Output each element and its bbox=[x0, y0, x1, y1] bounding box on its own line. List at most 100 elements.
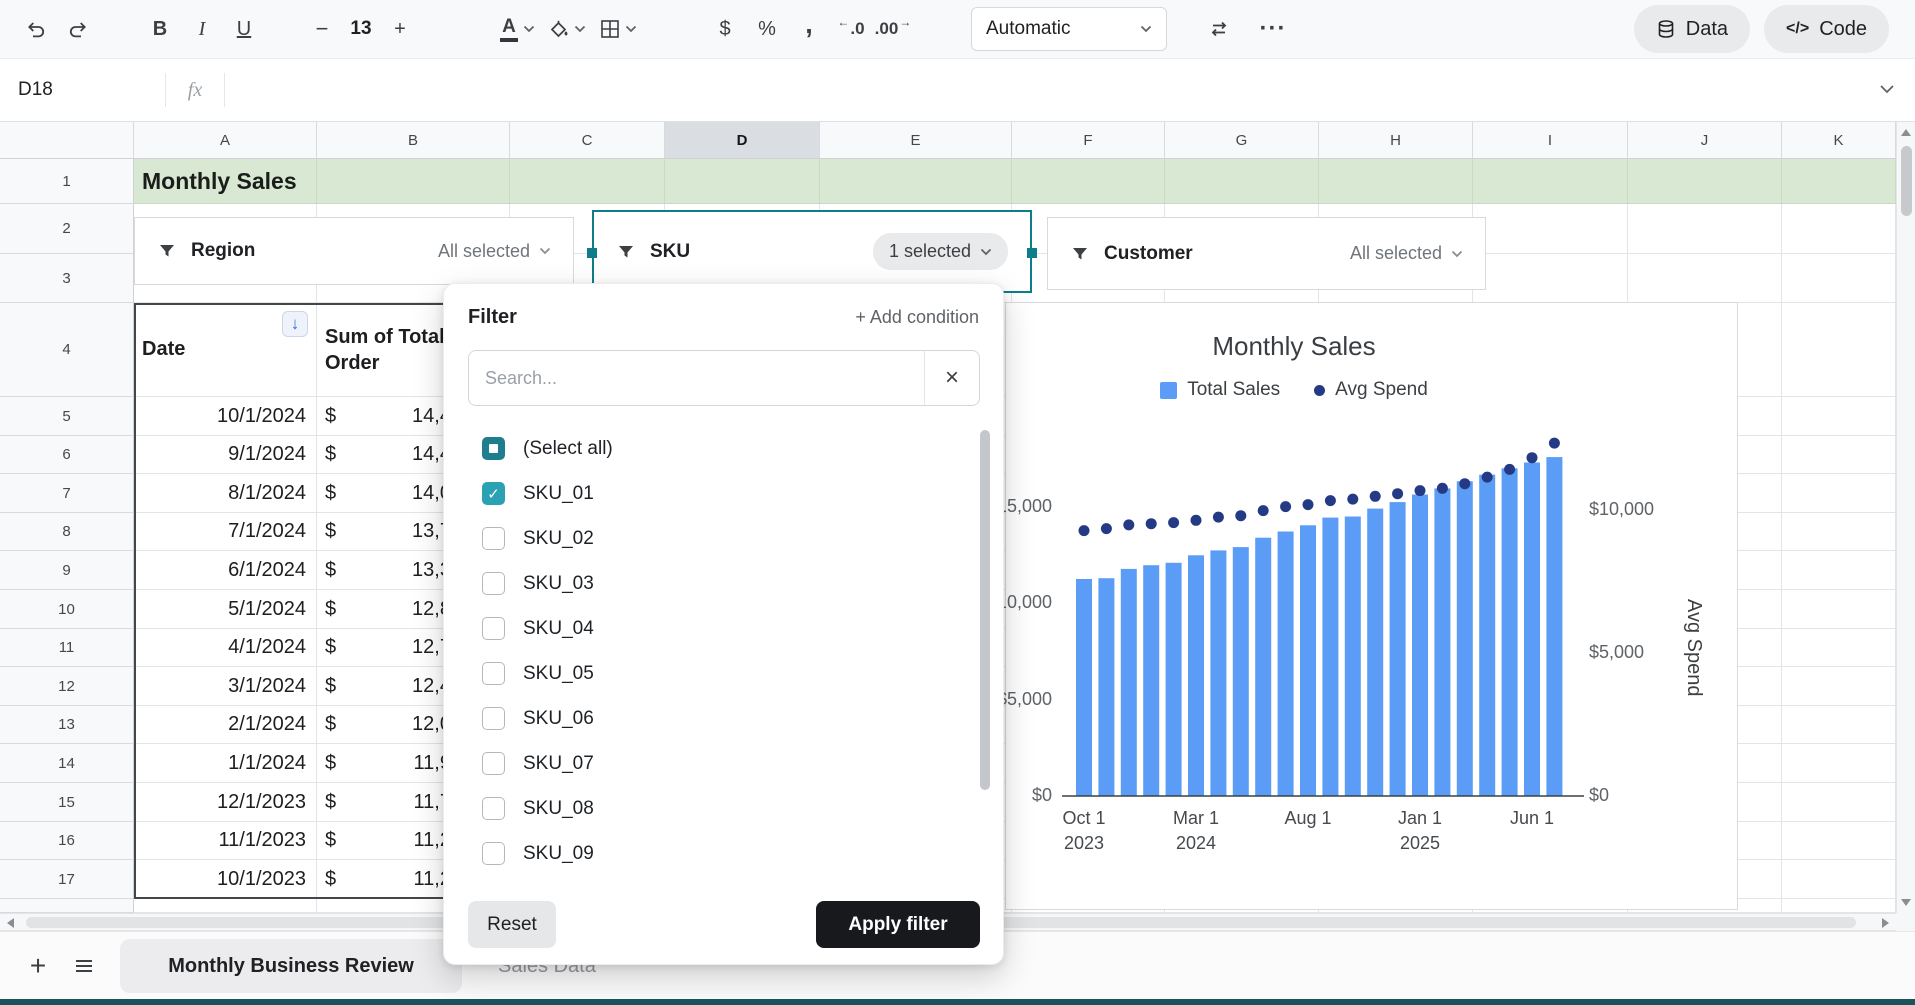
cell-K6[interactable] bbox=[1782, 436, 1896, 474]
column-header-J[interactable]: J bbox=[1628, 122, 1782, 159]
cell-K7[interactable] bbox=[1782, 474, 1896, 513]
row-header-5[interactable]: 5 bbox=[0, 397, 134, 436]
checkbox-unchecked[interactable] bbox=[482, 572, 505, 595]
filter-option-select-all[interactable]: (Select all) bbox=[444, 426, 1003, 471]
undo-button[interactable] bbox=[16, 9, 56, 49]
cell-K3[interactable] bbox=[1782, 254, 1896, 303]
increase-decimal-button[interactable]: .00→ bbox=[873, 9, 913, 49]
column-header-D[interactable]: D bbox=[665, 122, 820, 159]
cell-A12[interactable]: 3/1/2024 bbox=[134, 667, 317, 706]
row-header-17[interactable]: 17 bbox=[0, 860, 134, 899]
bold-button[interactable]: B bbox=[140, 9, 180, 49]
cell-E1[interactable] bbox=[820, 159, 1012, 204]
filter-option-sku_08[interactable]: SKU_08 bbox=[444, 786, 1003, 831]
cell-I2[interactable] bbox=[1473, 204, 1628, 254]
cell-A8[interactable]: 7/1/2024 bbox=[134, 513, 317, 551]
code-panel-button[interactable]: </> Code bbox=[1764, 5, 1889, 53]
cell-J2[interactable] bbox=[1628, 204, 1782, 254]
sort-desc-icon[interactable]: ↓ bbox=[282, 311, 308, 337]
cell-K8[interactable] bbox=[1782, 513, 1896, 551]
cell-A15[interactable]: 12/1/2023 bbox=[134, 783, 317, 822]
close-icon[interactable]: × bbox=[925, 351, 979, 405]
cell-C1[interactable] bbox=[510, 159, 665, 204]
cell-K14[interactable] bbox=[1782, 744, 1896, 783]
cell-K18[interactable] bbox=[1782, 899, 1896, 913]
popup-scrollbar-thumb[interactable] bbox=[980, 430, 990, 790]
font-size-value[interactable]: 13 bbox=[344, 18, 378, 40]
checkbox-unchecked[interactable] bbox=[482, 752, 505, 775]
cell-K9[interactable] bbox=[1782, 551, 1896, 590]
cell-K1[interactable] bbox=[1782, 159, 1896, 204]
filter-search-input[interactable] bbox=[469, 368, 924, 389]
cell-H1[interactable] bbox=[1319, 159, 1473, 204]
cell-K4[interactable] bbox=[1782, 303, 1896, 397]
row-header-3[interactable]: 3 bbox=[0, 254, 134, 303]
cell-J3[interactable] bbox=[1628, 254, 1782, 303]
filter-card-region[interactable]: Region All selected bbox=[134, 217, 574, 285]
cell-A5[interactable]: 10/1/2024 bbox=[134, 397, 317, 436]
row-header-10[interactable]: 10 bbox=[0, 590, 134, 629]
filter-card-sku-value[interactable]: 1 selected bbox=[873, 233, 1008, 270]
cell-A6[interactable]: 9/1/2024 bbox=[134, 436, 317, 474]
reset-button[interactable]: Reset bbox=[468, 901, 556, 948]
comma-format-button[interactable]: , bbox=[789, 9, 829, 49]
filter-option-sku_07[interactable]: SKU_07 bbox=[444, 741, 1003, 786]
cell-A1[interactable]: Monthly Sales bbox=[134, 159, 317, 204]
column-header-E[interactable]: E bbox=[820, 122, 1012, 159]
add-sheet-button[interactable]: + bbox=[18, 950, 58, 982]
filter-option-sku_01[interactable]: ✓SKU_01 bbox=[444, 471, 1003, 516]
cell-A18[interactable] bbox=[134, 899, 317, 913]
column-header-H[interactable]: H bbox=[1319, 122, 1473, 159]
cell-A7[interactable]: 8/1/2024 bbox=[134, 474, 317, 513]
data-panel-button[interactable]: Data bbox=[1634, 5, 1750, 53]
redo-button[interactable] bbox=[58, 9, 98, 49]
vertical-scrollbar[interactable] bbox=[1896, 122, 1915, 913]
row-header-13[interactable]: 13 bbox=[0, 706, 134, 744]
cell-I1[interactable] bbox=[1473, 159, 1628, 204]
cell-A17[interactable]: 10/1/2023 bbox=[134, 860, 317, 899]
vertical-scrollbar-thumb[interactable] bbox=[1901, 146, 1912, 216]
column-header-G[interactable]: G bbox=[1165, 122, 1319, 159]
cell-I3[interactable] bbox=[1473, 254, 1628, 303]
row-header-15[interactable]: 15 bbox=[0, 783, 134, 822]
row-header-7[interactable]: 7 bbox=[0, 474, 134, 513]
borders-button[interactable] bbox=[594, 9, 643, 49]
filter-option-sku_05[interactable]: SKU_05 bbox=[444, 651, 1003, 696]
row-header-4[interactable]: 4 bbox=[0, 303, 134, 397]
row-header-6[interactable]: 6 bbox=[0, 436, 134, 474]
cell-A9[interactable]: 6/1/2024 bbox=[134, 551, 317, 590]
cell-F1[interactable] bbox=[1012, 159, 1165, 204]
increase-font-size-button[interactable]: + bbox=[380, 9, 420, 49]
cell-K17[interactable] bbox=[1782, 860, 1896, 899]
row-header-16[interactable]: 16 bbox=[0, 822, 134, 860]
cell-K13[interactable] bbox=[1782, 706, 1896, 744]
checkbox-unchecked[interactable] bbox=[482, 662, 505, 685]
percent-format-button[interactable]: % bbox=[747, 9, 787, 49]
checkbox-unchecked[interactable] bbox=[482, 707, 505, 730]
checkbox-unchecked[interactable] bbox=[482, 527, 505, 550]
checkbox-checked[interactable]: ✓ bbox=[482, 482, 505, 505]
cell-D1[interactable] bbox=[665, 159, 820, 204]
cell-G1[interactable] bbox=[1165, 159, 1319, 204]
column-header-I[interactable]: I bbox=[1473, 122, 1628, 159]
row-header-18[interactable] bbox=[0, 899, 134, 913]
filter-option-sku_06[interactable]: SKU_06 bbox=[444, 696, 1003, 741]
sheet-tab-monthly-business-review[interactable]: Monthly Business Review bbox=[120, 939, 462, 993]
scroll-up-arrow[interactable] bbox=[1901, 129, 1911, 136]
cell-J1[interactable] bbox=[1628, 159, 1782, 204]
italic-button[interactable]: I bbox=[182, 9, 222, 49]
cell-K15[interactable] bbox=[1782, 783, 1896, 822]
grid-corner-cell[interactable] bbox=[0, 122, 134, 159]
filter-card-region-value[interactable]: All selected bbox=[438, 241, 551, 262]
underline-button[interactable]: U bbox=[224, 9, 264, 49]
column-header-A[interactable]: A bbox=[134, 122, 317, 159]
more-options-button[interactable]: ··· bbox=[1253, 9, 1293, 49]
all-sheets-menu-button[interactable] bbox=[64, 946, 104, 986]
scroll-left-arrow[interactable] bbox=[7, 918, 14, 928]
row-header-9[interactable]: 9 bbox=[0, 551, 134, 590]
currency-format-button[interactable]: $ bbox=[705, 9, 745, 49]
cell-K2[interactable] bbox=[1782, 204, 1896, 254]
cell-A11[interactable]: 4/1/2024 bbox=[134, 629, 317, 667]
cell-B1[interactable] bbox=[317, 159, 510, 204]
number-format-dropdown[interactable]: Automatic bbox=[971, 7, 1167, 51]
